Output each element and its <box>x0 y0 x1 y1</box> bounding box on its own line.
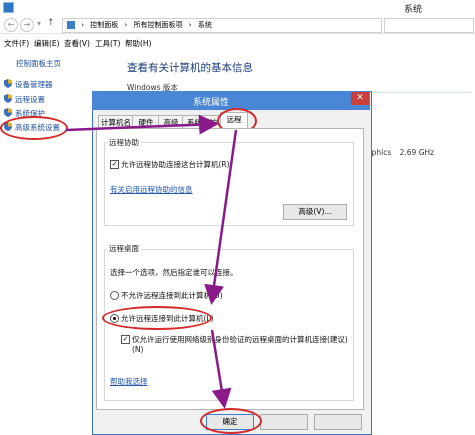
annotation-arrows <box>65 114 238 409</box>
arrow-to-ok-button <box>210 329 232 409</box>
arrow-to-remote-tab <box>65 114 219 135</box>
arrow-to-allow-option <box>204 129 238 305</box>
